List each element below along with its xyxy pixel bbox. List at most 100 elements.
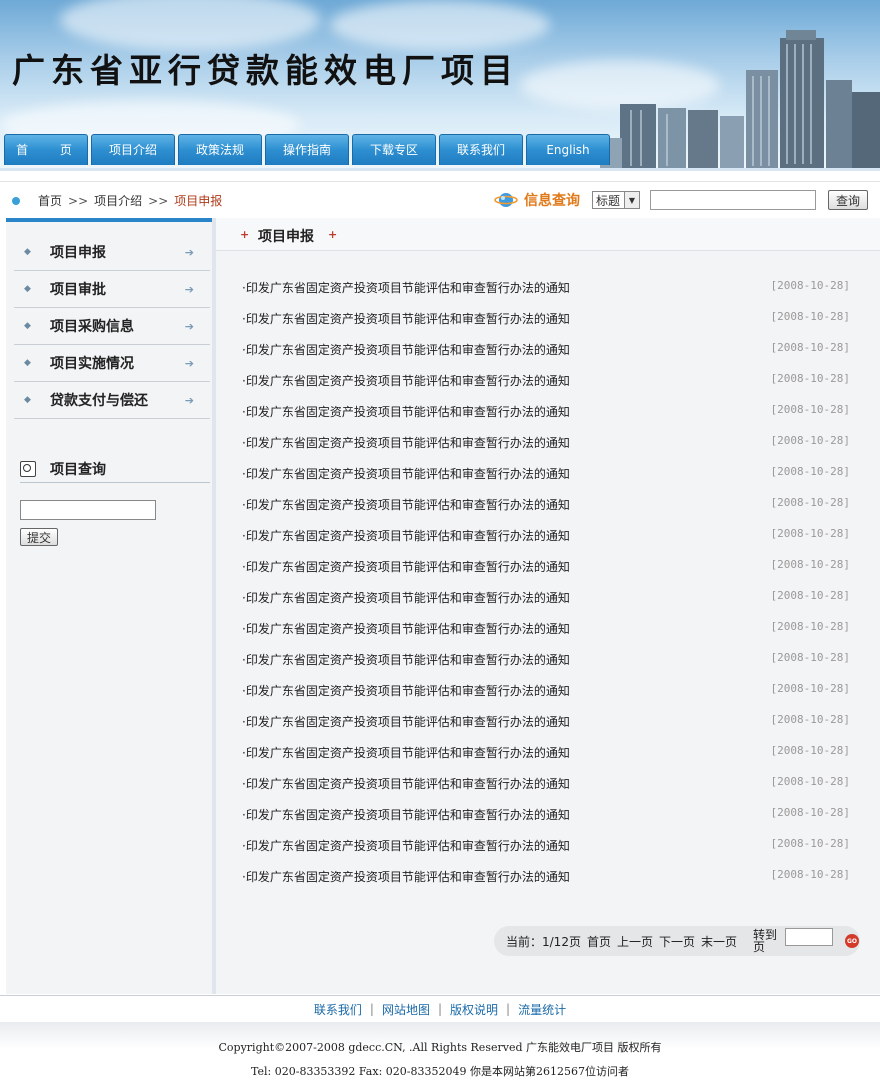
search-input[interactable] xyxy=(650,190,816,210)
list-item-date: [2008-10-28] xyxy=(770,527,850,540)
list-item-title[interactable]: ·印发广东省固定资产投资项目节能评估和审查暂行办法的通知 xyxy=(242,496,570,513)
chevron-right-icon: ➔ xyxy=(184,393,194,407)
list-item-date: [2008-10-28] xyxy=(770,837,850,850)
list-item[interactable]: ·印发广东省固定资产投资项目节能评估和审查暂行办法的通知 [2008-10-28] xyxy=(242,341,850,372)
chevron-right-icon: ➔ xyxy=(184,356,194,370)
sidebar-item-implementation[interactable]: ◆ 项目实施情况 ➔ xyxy=(14,345,210,382)
project-query-title: 项目查询 xyxy=(50,462,106,478)
list-item[interactable]: ·印发广东省固定资产投资项目节能评估和审查暂行办法的通知 [2008-10-28] xyxy=(242,837,850,868)
nav-policies[interactable]: 政策法规 xyxy=(178,134,262,165)
list-item[interactable]: ·印发广东省固定资产投资项目节能评估和审查暂行办法的通知 [2008-10-28] xyxy=(242,465,850,496)
sidebar-item-project-apply[interactable]: ◆ 项目申报 ➔ xyxy=(14,234,210,271)
divider xyxy=(0,181,880,182)
list-item[interactable]: ·印发广东省固定资产投资项目节能评估和审查暂行办法的通知 [2008-10-28] xyxy=(242,558,850,589)
list-item-title[interactable]: ·印发广东省固定资产投资项目节能评估和审查暂行办法的通知 xyxy=(242,651,570,668)
list-item[interactable]: ·印发广东省固定资产投资项目节能评估和审查暂行办法的通知 [2008-10-28] xyxy=(242,775,850,806)
list-item[interactable]: ·印发广东省固定资产投资项目节能评估和审查暂行办法的通知 [2008-10-28] xyxy=(242,868,850,899)
list-item[interactable]: ·印发广东省固定资产投资项目节能评估和审查暂行办法的通知 [2008-10-28] xyxy=(242,651,850,682)
list-item[interactable]: ·印发广东省固定资产投资项目节能评估和审查暂行办法的通知 [2008-10-28] xyxy=(242,744,850,775)
list-item-date: [2008-10-28] xyxy=(770,372,850,385)
footer-link-stats[interactable]: 流量统计 xyxy=(518,1001,566,1018)
list-item-title[interactable]: ·印发广东省固定资产投资项目节能评估和审查暂行办法的通知 xyxy=(242,868,570,885)
list-item[interactable]: ·印发广东省固定资产投资项目节能评估和审查暂行办法的通知 [2008-10-28] xyxy=(242,620,850,651)
list-item[interactable]: ·印发广东省固定资产投资项目节能评估和审查暂行办法的通知 [2008-10-28] xyxy=(242,434,850,465)
submit-button[interactable]: 提交 xyxy=(20,528,58,546)
list-item-title[interactable]: ·印发广东省固定资产投资项目节能评估和审查暂行办法的通知 xyxy=(242,310,570,327)
list-item-title[interactable]: ·印发广东省固定资产投资项目节能评估和审查暂行办法的通知 xyxy=(242,558,570,575)
breadcrumb-separator: >> xyxy=(148,193,169,208)
section-title: 项目申报 xyxy=(258,229,314,245)
nav-english[interactable]: English xyxy=(526,134,610,165)
nav-guide[interactable]: 操作指南 xyxy=(265,134,349,165)
nav-home[interactable]: 首 页 xyxy=(4,134,88,165)
sidebar-top-accent xyxy=(6,218,212,222)
list-item-date: [2008-10-28] xyxy=(770,341,850,354)
list-item-date: [2008-10-28] xyxy=(770,589,850,602)
project-query-input[interactable] xyxy=(20,500,156,520)
sidebar-item-procurement[interactable]: ◆ 项目采购信息 ➔ xyxy=(14,308,210,345)
footer-separator: | xyxy=(369,1002,374,1016)
footer-link-contact[interactable]: 联系我们 xyxy=(314,1001,362,1018)
sidebar-item-project-approval[interactable]: ◆ 项目审批 ➔ xyxy=(14,271,210,308)
list-item-date: [2008-10-28] xyxy=(770,403,850,416)
list-item-title[interactable]: ·印发广东省固定资产投资项目节能评估和审查暂行办法的通知 xyxy=(242,806,570,823)
chevron-right-icon: ➔ xyxy=(184,245,194,259)
list-item-title[interactable]: ·印发广东省固定资产投资项目节能评估和审查暂行办法的通知 xyxy=(242,713,570,730)
list-item-title[interactable]: ·印发广东省固定资产投资项目节能评估和审查暂行办法的通知 xyxy=(242,372,570,389)
list-item[interactable]: ·印发广东省固定资产投资项目节能评估和审查暂行办法的通知 [2008-10-28] xyxy=(242,403,850,434)
list-item[interactable]: ·印发广东省固定资产投资项目节能评估和审查暂行办法的通知 [2008-10-28] xyxy=(242,310,850,341)
list-item[interactable]: ·印发广东省固定资产投资项目节能评估和审查暂行办法的通知 [2008-10-28] xyxy=(242,682,850,713)
diamond-bullet-icon: ◆ xyxy=(24,321,31,331)
nav-contact[interactable]: 联系我们 xyxy=(439,134,523,165)
project-query-heading: 项目查询 xyxy=(20,456,210,483)
list-item-title[interactable]: ·印发广东省固定资产投资项目节能评估和审查暂行办法的通知 xyxy=(242,775,570,792)
nav-downloads[interactable]: 下载专区 xyxy=(352,134,436,165)
sidebar: ◆ 项目申报 ➔ ◆ 项目审批 ➔ ◆ 项目采购信息 ➔ ◆ 项目实施情况 ➔ … xyxy=(6,218,216,994)
list-item-date: [2008-10-28] xyxy=(770,806,850,819)
query-button[interactable]: 查询 xyxy=(828,190,868,210)
prev-page-link[interactable]: 上一页 xyxy=(617,933,653,950)
sidebar-item-loan-payment[interactable]: ◆ 贷款支付与偿还 ➔ xyxy=(14,382,210,419)
next-page-link[interactable]: 下一页 xyxy=(659,933,695,950)
sidebar-item-label: 项目申报 xyxy=(50,245,106,261)
list-item-title[interactable]: ·印发广东省固定资产投资项目节能评估和审查暂行办法的通知 xyxy=(242,682,570,699)
footer-link-copyright[interactable]: 版权说明 xyxy=(450,1001,498,1018)
list-item[interactable]: ·印发广东省固定资产投资项目节能评估和审查暂行办法的通知 [2008-10-28] xyxy=(242,372,850,403)
page-number-input[interactable] xyxy=(785,928,834,946)
plus-icon: + xyxy=(328,228,338,241)
list-item[interactable]: ·印发广东省固定资产投资项目节能评估和审查暂行办法的通知 [2008-10-28] xyxy=(242,713,850,744)
list-item[interactable]: ·印发广东省固定资产投资项目节能评估和审查暂行办法的通知 [2008-10-28] xyxy=(242,806,850,837)
footer-link-sitemap[interactable]: 网站地图 xyxy=(382,1001,430,1018)
list-item-title[interactable]: ·印发广东省固定资产投资项目节能评估和审查暂行办法的通知 xyxy=(242,744,570,761)
diamond-bullet-icon: ◆ xyxy=(24,358,31,368)
list-item-date: [2008-10-28] xyxy=(770,279,850,292)
copyright-text: Copyright©2007-2008 gdecc.CN, .All Right… xyxy=(218,1041,662,1054)
go-button[interactable]: GO xyxy=(845,934,860,948)
list-item-title[interactable]: ·印发广东省固定资产投资项目节能评估和审查暂行办法的通知 xyxy=(242,527,570,544)
last-page-link[interactable]: 末一页 xyxy=(701,933,737,950)
diamond-bullet-icon: ◆ xyxy=(24,395,31,405)
info-search: 信息查询 标题 ▼ 查询 xyxy=(494,190,868,210)
breadcrumb-home[interactable]: 首页 xyxy=(38,192,62,209)
list-item-title[interactable]: ·印发广东省固定资产投资项目节能评估和审查暂行办法的通知 xyxy=(242,465,570,482)
nav-project-intro[interactable]: 项目介绍 xyxy=(91,134,175,165)
list-item[interactable]: ·印发广东省固定资产投资项目节能评估和审查暂行办法的通知 [2008-10-28] xyxy=(242,496,850,527)
list-item-title[interactable]: ·印发广东省固定资产投资项目节能评估和审查暂行办法的通知 xyxy=(242,589,570,606)
list-item-date: [2008-10-28] xyxy=(770,434,850,447)
main-nav: 首 页 项目介绍 政策法规 操作指南 下载专区 联系我们 English xyxy=(4,134,610,165)
first-page-link[interactable]: 首页 xyxy=(587,933,611,950)
breadcrumb-level1[interactable]: 项目介绍 xyxy=(94,192,142,209)
list-item-title[interactable]: ·印发广东省固定资产投资项目节能评估和审查暂行办法的通知 xyxy=(242,403,570,420)
info-search-label: 信息查询 xyxy=(524,193,580,209)
list-item[interactable]: ·印发广东省固定资产投资项目节能评估和审查暂行办法的通知 [2008-10-28] xyxy=(242,589,850,620)
footer-band xyxy=(0,1022,880,1091)
list-item-title[interactable]: ·印发广东省固定资产投资项目节能评估和审查暂行办法的通知 xyxy=(242,837,570,854)
list-item[interactable]: ·印发广东省固定资产投资项目节能评估和审查暂行办法的通知 [2008-10-28] xyxy=(242,527,850,558)
search-field-select[interactable]: 标题 ▼ xyxy=(592,191,640,209)
list-item-title[interactable]: ·印发广东省固定资产投资项目节能评估和审查暂行办法的通知 xyxy=(242,434,570,451)
list-item[interactable]: ·印发广东省固定资产投资项目节能评估和审查暂行办法的通知 [2008-10-28] xyxy=(242,279,850,310)
select-value: 标题 xyxy=(596,193,621,208)
list-item-title[interactable]: ·印发广东省固定资产投资项目节能评估和审查暂行办法的通知 xyxy=(242,341,570,358)
list-item-title[interactable]: ·印发广东省固定资产投资项目节能评估和审查暂行办法的通知 xyxy=(242,620,570,637)
list-item-title[interactable]: ·印发广东省固定资产投资项目节能评估和审查暂行办法的通知 xyxy=(242,279,570,296)
